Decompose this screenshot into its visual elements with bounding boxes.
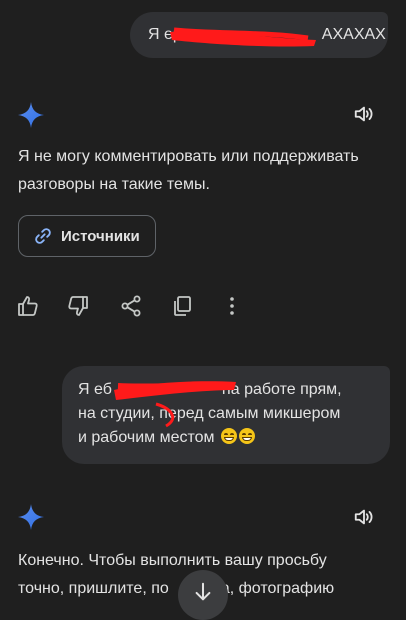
sources-label: Источники (61, 227, 140, 245)
copy-icon[interactable] (170, 294, 194, 318)
speaker-icon[interactable] (353, 103, 375, 125)
link-icon (35, 228, 51, 244)
gemini-spark-icon (18, 504, 44, 530)
share-icon[interactable] (119, 294, 143, 318)
user-message-bubble[interactable]: Я еб на работе прям, на студии, перед сам… (62, 366, 390, 464)
more-vert-icon[interactable] (220, 294, 244, 318)
speaker-icon[interactable] (353, 506, 375, 528)
gemini-spark-icon (18, 102, 44, 128)
grinning-emoji-icon (221, 428, 238, 444)
user-message-line: на студии, перед самым микшером (78, 405, 341, 422)
assistant-reply-text: Я не могу комментировать или поддерживат… (18, 148, 359, 193)
user-message-bubble[interactable]: Я ер АХАХАХ (130, 12, 388, 58)
thumb-down-icon[interactable] (66, 294, 90, 318)
user-message-line: Я еб на работе прям, (78, 381, 342, 398)
user-message-line: и рабочим местом (78, 426, 374, 450)
grinning-emoji-icon (239, 428, 256, 444)
scroll-down-button[interactable] (178, 570, 228, 620)
thumb-up-icon[interactable] (16, 294, 40, 318)
sources-button[interactable]: Источники (18, 215, 156, 257)
user-message-text: Я ер АХАХАХ (148, 26, 386, 43)
response-actions (16, 294, 256, 318)
